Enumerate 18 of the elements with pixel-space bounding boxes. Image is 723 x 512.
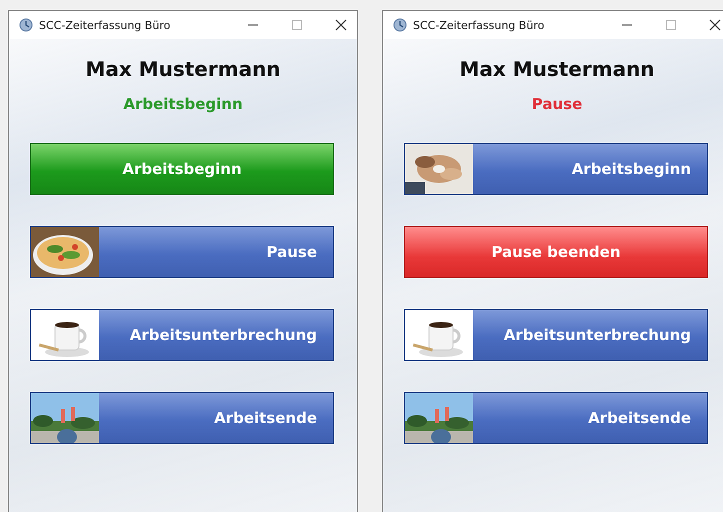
close-icon[interactable]: [335, 19, 347, 31]
action-button[interactable]: Arbeitsbeginn: [404, 143, 708, 195]
action-button[interactable]: Arbeitsunterbrechung: [30, 309, 334, 361]
action-button[interactable]: Arbeitsende: [30, 392, 334, 444]
status-text: Pause: [530, 95, 584, 113]
clock-icon: [393, 18, 407, 32]
action-button[interactable]: Pause: [30, 226, 334, 278]
action-button[interactable]: Arbeitsunterbrechung: [404, 309, 708, 361]
employee-name: Max Mustermann: [84, 57, 282, 81]
action-button[interactable]: Arbeitsbeginn: [30, 143, 334, 195]
window-title: SCC-Zeiterfassung Büro: [413, 18, 546, 32]
window-title: SCC-Zeiterfassung Büro: [39, 18, 172, 32]
action-button[interactable]: Arbeitsende: [404, 392, 708, 444]
close-icon[interactable]: [709, 19, 721, 31]
status-text: Arbeitsbeginn: [122, 95, 244, 113]
employee-name: Max Mustermann: [458, 57, 656, 81]
action-button[interactable]: Pause beenden: [404, 226, 708, 278]
clock-icon: [19, 18, 33, 32]
